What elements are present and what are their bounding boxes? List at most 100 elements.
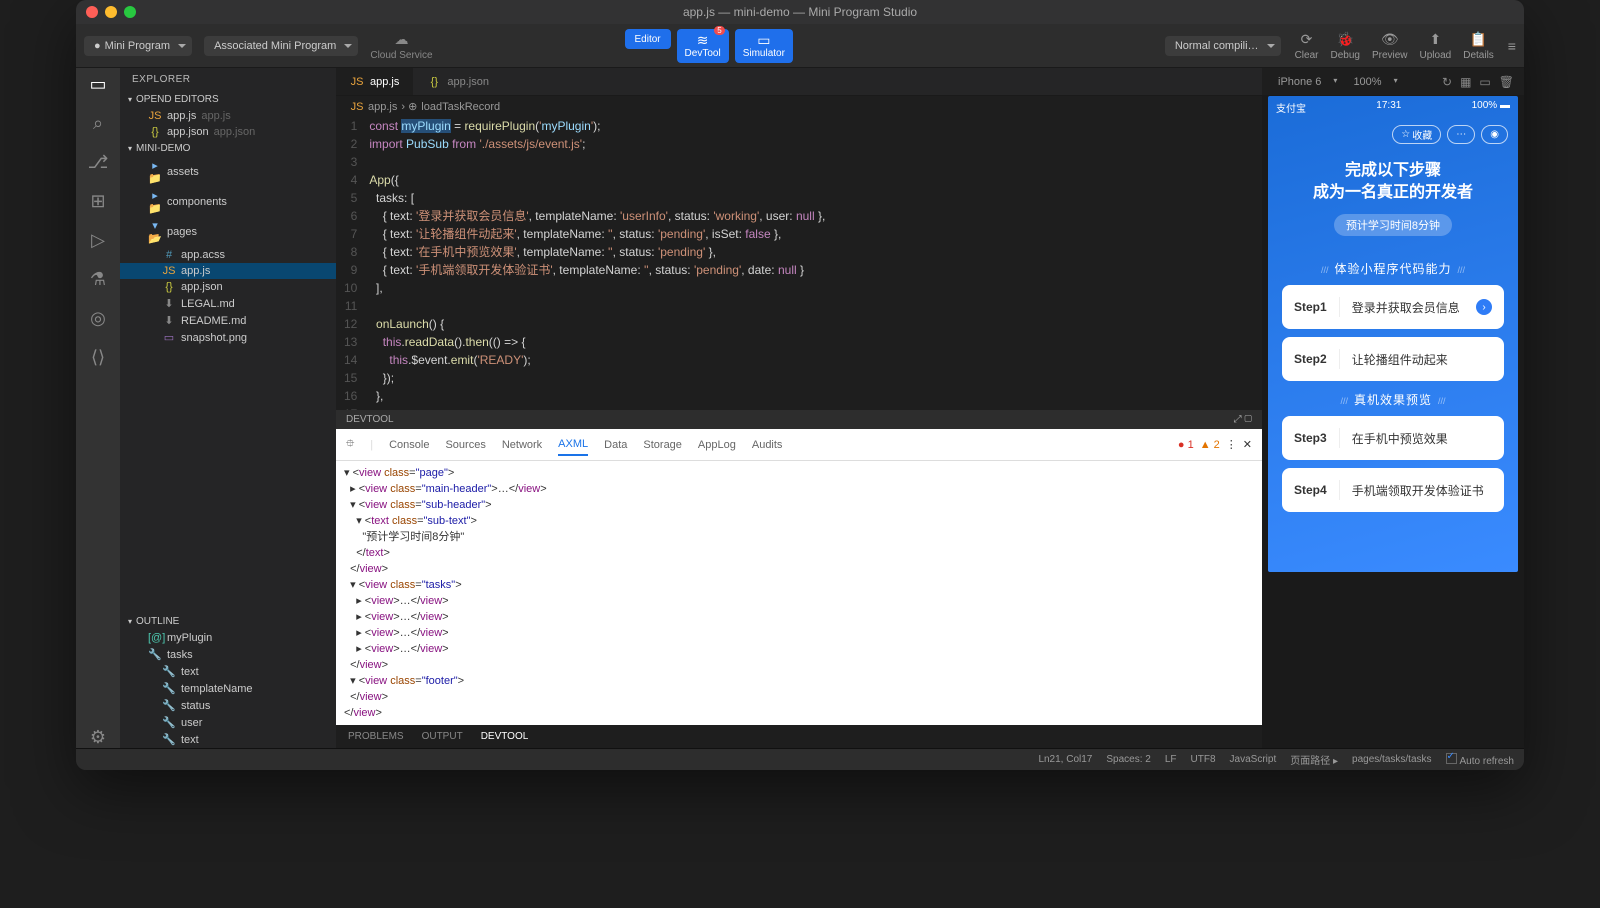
outline-item[interactable]: 🔧status [120,697,336,714]
refresh-icon[interactable]: ↻ [1442,75,1452,89]
section-title: 真机效果预览 [1268,391,1518,408]
beaker-icon[interactable]: ⚗ [90,269,106,290]
code-editor[interactable]: 123456789101112131415161718192021222324 … [336,117,1262,410]
encoding-setting[interactable]: UTF8 [1191,754,1216,765]
menu-icon[interactable]: ≡ [1508,38,1516,54]
explorer-icon[interactable]: ▭ [89,74,106,95]
titlebar: app.js — mini-demo — Mini Program Studio [76,0,1524,24]
axml-inspector[interactable]: ▾ <view class="page"> ▸ <view class="mai… [336,461,1262,725]
step-card[interactable]: Step2让轮播组件动起来 [1282,337,1504,381]
devtool-more-icon[interactable]: ⋮ [1226,438,1237,451]
source-control-icon[interactable]: ⎇ [88,152,109,173]
activity-bar: ▭ ⌕ ⎇ ⊞ ▷ ⚗ ◎ ⟨⟩ ⚙ [76,68,120,748]
panel-tab-output[interactable]: OUTPUT [422,731,463,742]
debug-icon[interactable]: ▷ [91,230,105,251]
explorer-title: EXPLORER [120,68,336,91]
outline-item[interactable]: 🔧user [120,714,336,731]
file-tree-item[interactable]: ▸ 📁components [120,187,336,217]
cursor-position[interactable]: Ln21, Col17 [1038,754,1092,765]
more-button[interactable]: ⋯ [1447,125,1475,144]
settings-gear-icon[interactable]: ⚙ [90,727,106,748]
open-editor-item[interactable]: {}app.json app.json [120,124,336,140]
page-route-label[interactable]: 页面路径 ▸ [1290,752,1338,767]
outline-item[interactable]: 🔧templateName [120,680,336,697]
minimize-window-icon[interactable] [105,6,117,18]
project-section[interactable]: MINI-DEMO [120,140,336,157]
error-count[interactable]: ● 1 [1178,439,1194,451]
file-tree-item[interactable]: ⬇LEGAL.md [120,295,336,312]
file-tree-item[interactable]: ▾ 📂pages [120,217,336,247]
file-tree-item[interactable]: ▸ 📁assets [120,157,336,187]
element-picker-icon[interactable]: ⯐ [346,435,354,454]
devtool-panel: DEVTOOL⤢ ▢ ⯐|ConsoleSourcesNetworkAXMLDa… [336,410,1262,748]
compile-mode-dropdown[interactable]: Normal compili… [1165,36,1281,56]
hero-title: 完成以下步骤成为一名真正的开发者 [1288,160,1498,204]
hero-chip: 预计学习时间8分钟 [1334,214,1452,236]
file-tree-item[interactable]: ⬇README.md [120,312,336,329]
devtool-tab-audits[interactable]: Audits [752,439,783,451]
step-card[interactable]: Step4手机端领取开发体验证书 [1282,468,1504,512]
panel-tab-devtool[interactable]: DEVTOOL [481,731,529,742]
file-tree-item[interactable]: ▭snapshot.png [120,329,336,346]
associated-program-dropdown[interactable]: Associated Mini Program [204,36,358,56]
outline-section[interactable]: OUTLINE [120,613,336,630]
indent-setting[interactable]: Spaces: 2 [1106,754,1150,765]
eol-setting[interactable]: LF [1165,754,1177,765]
extensions-icon[interactable]: ⊞ [90,191,105,212]
target-icon[interactable]: ◎ [90,308,106,329]
panel-tab-problems[interactable]: PROBLEMS [348,731,404,742]
step-card[interactable]: Step3在手机中预览效果 [1282,416,1504,460]
devtool-resize-icon[interactable]: ⤢ ▢ [1234,414,1252,425]
outline-item[interactable]: 🔧text [120,663,336,680]
file-tree-item[interactable]: {}app.json [120,279,336,295]
zoom-select[interactable]: 100% [1347,74,1399,90]
devtool-tab-axml[interactable]: AXML [558,438,588,456]
page-path[interactable]: pages/tasks/tasks [1352,754,1431,765]
file-tree-item[interactable]: JSapp.js [120,263,336,279]
view-tab-editor[interactable]: Editor [625,29,671,49]
box-icon[interactable]: ▭ [1479,75,1490,89]
search-icon[interactable]: ⌕ [93,113,103,134]
device-select[interactable]: iPhone 6 [1272,74,1339,90]
favorite-button[interactable]: ☆ 收藏 [1392,125,1441,144]
close-window-icon[interactable] [86,6,98,18]
open-editors-section[interactable]: OPEND EDITORS [120,91,336,108]
file-tree-item[interactable]: #app.acss [120,247,336,263]
devtool-tab-console[interactable]: Console [389,439,429,451]
bracket-icon[interactable]: ⟨⟩ [91,347,105,368]
auto-refresh-toggle[interactable]: Auto refresh [1446,753,1514,767]
cloud-service-button[interactable]: ☁ Cloud Service [370,31,432,61]
project-type-dropdown[interactable]: ● Mini Program [84,36,192,56]
outline-item[interactable]: 🔧tasks [120,646,336,663]
simulator-pane: iPhone 6 100% ↻ ▦ ▭ 🗑 支付宝 17:31 100% ▬ [1262,68,1524,748]
open-editor-item[interactable]: JSapp.js app.js [120,108,336,124]
language-mode[interactable]: JavaScript [1230,754,1277,765]
debug-button[interactable]: 🐞Debug [1330,31,1359,61]
outline-item[interactable]: [@]myPlugin [120,630,336,646]
clear-button[interactable]: ⟳Clear [1295,31,1319,61]
breadcrumb[interactable]: JS app.js › ⊕ loadTaskRecord [336,96,1262,117]
devtool-tab-storage[interactable]: Storage [643,439,682,451]
devtool-tab-network[interactable]: Network [502,439,542,451]
editor-tab[interactable]: {}app.json [413,68,503,95]
devtool-close-icon[interactable]: ✕ [1243,438,1252,451]
time-label: 17:31 [1376,100,1401,115]
phone-screen[interactable]: 支付宝 17:31 100% ▬ ☆ 收藏 ⋯ ◉ 完成以下步骤成为一名真正的开… [1268,96,1518,572]
outline-item[interactable]: 🔧text [120,731,336,748]
devtool-tab-sources[interactable]: Sources [445,439,485,451]
grid-icon[interactable]: ▦ [1460,75,1471,89]
maximize-window-icon[interactable] [124,6,136,18]
step-card[interactable]: Step1登录并获取会员信息› [1282,285,1504,329]
warning-count[interactable]: ▲ 2 [1200,439,1220,451]
sidebar: EXPLORER OPEND EDITORS JSapp.js app.js{}… [120,68,336,748]
editor-tab[interactable]: JSapp.js [336,68,413,95]
view-tab-simulator[interactable]: ▭Simulator [735,29,793,63]
devtool-tab-applog[interactable]: AppLog [698,439,736,451]
upload-button[interactable]: ⬆Upload [1420,31,1452,61]
view-tab-devtool[interactable]: ≋DevTool5 [677,29,729,63]
preview-button[interactable]: 👁Preview [1372,31,1408,61]
details-button[interactable]: 📋Details [1463,31,1494,61]
close-app-button[interactable]: ◉ [1481,125,1508,144]
trash-icon[interactable]: 🗑 [1499,75,1514,89]
devtool-tab-data[interactable]: Data [604,439,627,451]
